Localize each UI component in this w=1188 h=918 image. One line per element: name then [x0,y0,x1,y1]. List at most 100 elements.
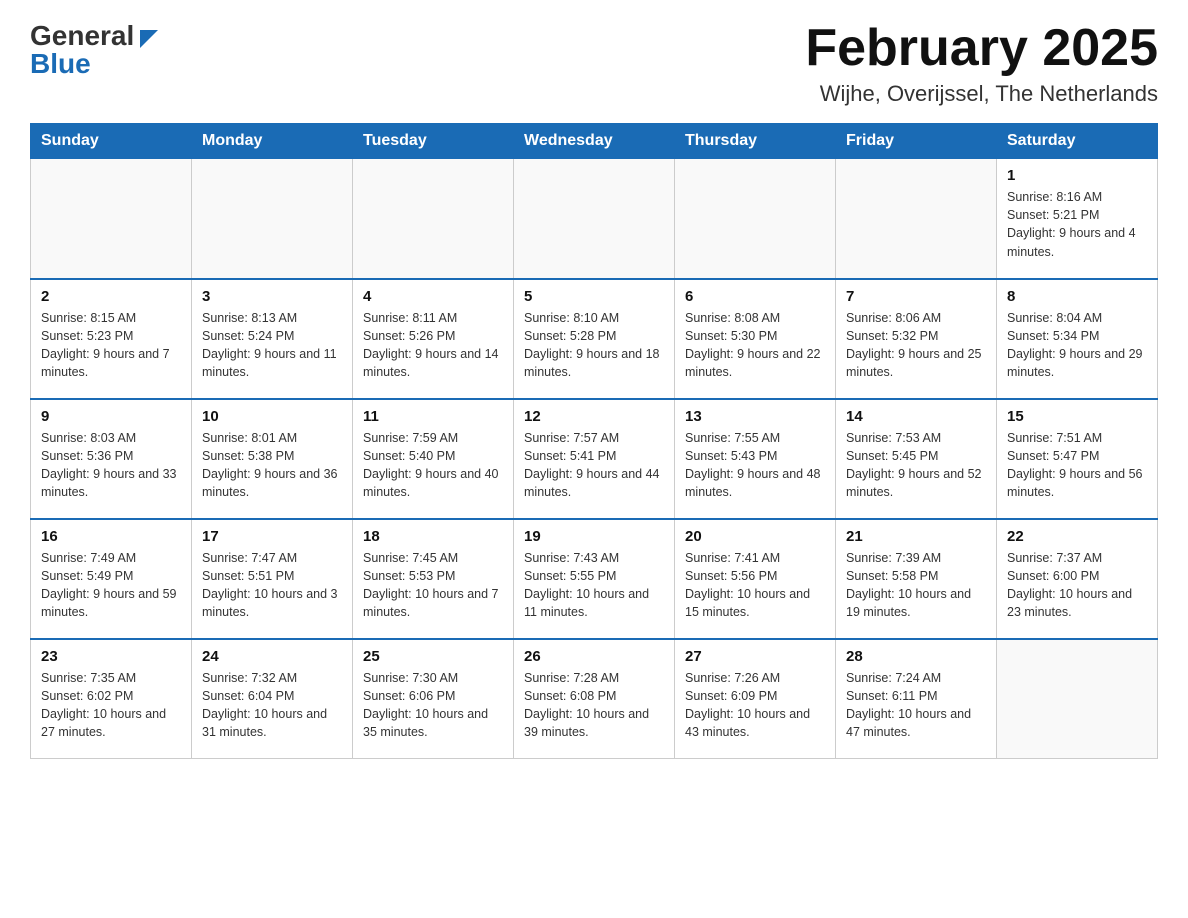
day-info: Sunrise: 7:24 AMSunset: 6:11 PMDaylight:… [846,669,986,742]
calendar-cell: 20 Sunrise: 7:41 AMSunset: 5:56 PMDayligh… [675,519,836,639]
calendar-cell: 16Sunrise: 7:49 AMSunset: 5:49 PMDayligh… [31,519,192,639]
day-number: 13 [685,408,825,425]
day-number: 14 [846,408,986,425]
calendar-cell: 25 Sunrise: 7:30 AMSunset: 6:06 PMDayligh… [353,639,514,759]
day-number: 10 [202,408,342,425]
calendar-cell: 14 Sunrise: 7:53 AMSunset: 5:45 PMDayligh… [836,399,997,519]
day-number: 9 [41,408,181,425]
calendar-cell [31,159,192,279]
day-number: 15 [1007,408,1147,425]
day-info: Sunrise: 7:59 AMSunset: 5:40 PMDaylight:… [363,429,503,502]
day-info: Sunrise: 8:11 AMSunset: 5:26 PMDaylight:… [363,309,503,382]
calendar-cell: 21Sunrise: 7:39 AMSunset: 5:58 PMDayligh… [836,519,997,639]
calendar-cell: 13 Sunrise: 7:55 AMSunset: 5:43 PMDayligh… [675,399,836,519]
calendar-week-row: 16Sunrise: 7:49 AMSunset: 5:49 PMDayligh… [31,519,1158,639]
header-saturday: Saturday [997,124,1158,159]
day-number: 2 [41,288,181,305]
calendar-table: Sunday Monday Tuesday Wednesday Thursday… [30,123,1158,759]
day-info: Sunrise: 7:53 AMSunset: 5:45 PMDaylight:… [846,429,986,502]
day-info: Sunrise: 7:30 AMSunset: 6:06 PMDaylight:… [363,669,503,742]
header-wednesday: Wednesday [514,124,675,159]
calendar-cell: 18 Sunrise: 7:45 AMSunset: 5:53 PMDayligh… [353,519,514,639]
calendar-title-block: February 2025 Wijhe, Overijssel, The Net… [805,20,1158,107]
day-number: 21 [846,528,986,545]
calendar-cell: 19Sunrise: 7:43 AMSunset: 5:55 PMDayligh… [514,519,675,639]
day-info: Sunrise: 8:08 AMSunset: 5:30 PMDaylight:… [685,309,825,382]
day-number: 7 [846,288,986,305]
calendar-cell: 15 Sunrise: 7:51 AMSunset: 5:47 PMDayligh… [997,399,1158,519]
calendar-cell: 26 Sunrise: 7:28 AMSunset: 6:08 PMDayligh… [514,639,675,759]
day-number: 22 [1007,528,1147,545]
day-number: 25 [363,648,503,665]
day-number: 12 [524,408,664,425]
calendar-cell: 24 Sunrise: 7:32 AMSunset: 6:04 PMDayligh… [192,639,353,759]
calendar-cell: 22Sunrise: 7:37 AMSunset: 6:00 PMDayligh… [997,519,1158,639]
header-monday: Monday [192,124,353,159]
day-number: 4 [363,288,503,305]
day-number: 5 [524,288,664,305]
calendar-subtitle: Wijhe, Overijssel, The Netherlands [805,81,1158,107]
calendar-cell: 2 Sunrise: 8:15 AMSunset: 5:23 PMDaylight… [31,279,192,399]
day-info: Sunrise: 7:41 AMSunset: 5:56 PMDaylight:… [685,549,825,622]
day-number: 3 [202,288,342,305]
day-number: 11 [363,408,503,425]
day-info: Sunrise: 7:32 AMSunset: 6:04 PMDaylight:… [202,669,342,742]
day-info: Sunrise: 7:45 AMSunset: 5:53 PMDaylight:… [363,549,503,622]
calendar-cell: 11 Sunrise: 7:59 AMSunset: 5:40 PMDayligh… [353,399,514,519]
calendar-cell [675,159,836,279]
day-info: Sunrise: 7:47 AMSunset: 5:51 PMDaylight:… [202,549,342,622]
calendar-cell [353,159,514,279]
calendar-cell: 10 Sunrise: 8:01 AMSunset: 5:38 PMDayligh… [192,399,353,519]
day-number: 20 [685,528,825,545]
calendar-cell: 1 Sunrise: 8:16 AMSunset: 5:21 PMDaylight… [997,159,1158,279]
day-info: Sunrise: 7:43 AMSunset: 5:55 PMDaylight:… [524,549,664,622]
day-number: 6 [685,288,825,305]
calendar-cell: 28 Sunrise: 7:24 AMSunset: 6:11 PMDayligh… [836,639,997,759]
header-thursday: Thursday [675,124,836,159]
calendar-cell: 23 Sunrise: 7:35 AMSunset: 6:02 PMDayligh… [31,639,192,759]
day-number: 28 [846,648,986,665]
day-info: Sunrise: 8:13 AMSunset: 5:24 PMDaylight:… [202,309,342,382]
calendar-cell: 7 Sunrise: 8:06 AMSunset: 5:32 PMDaylight… [836,279,997,399]
logo-triangle-icon [136,26,158,48]
day-info: Sunrise: 7:57 AMSunset: 5:41 PMDaylight:… [524,429,664,502]
calendar-cell [997,639,1158,759]
calendar-cell: 9Sunrise: 8:03 AMSunset: 5:36 PMDaylight… [31,399,192,519]
day-info: Sunrise: 7:55 AMSunset: 5:43 PMDaylight:… [685,429,825,502]
calendar-cell [192,159,353,279]
calendar-cell: 5Sunrise: 8:10 AMSunset: 5:28 PMDaylight… [514,279,675,399]
day-number: 27 [685,648,825,665]
day-info: Sunrise: 8:15 AMSunset: 5:23 PMDaylight:… [41,309,181,382]
day-number: 23 [41,648,181,665]
day-number: 17 [202,528,342,545]
calendar-cell: 8 Sunrise: 8:04 AMSunset: 5:34 PMDaylight… [997,279,1158,399]
day-number: 1 [1007,167,1147,184]
calendar-title: February 2025 [805,20,1158,77]
day-number: 24 [202,648,342,665]
calendar-cell: 12 Sunrise: 7:57 AMSunset: 5:41 PMDayligh… [514,399,675,519]
day-info: Sunrise: 7:49 AMSunset: 5:49 PMDaylight:… [41,549,181,622]
day-info: Sunrise: 7:51 AMSunset: 5:47 PMDaylight:… [1007,429,1147,502]
calendar-header-row: Sunday Monday Tuesday Wednesday Thursday… [31,124,1158,159]
day-info: Sunrise: 8:04 AMSunset: 5:34 PMDaylight:… [1007,309,1147,382]
calendar-cell: 17 Sunrise: 7:47 AMSunset: 5:51 PMDayligh… [192,519,353,639]
page-header: General Blue February 2025 Wijhe, Overij… [30,20,1158,107]
day-info: Sunrise: 7:26 AMSunset: 6:09 PMDaylight:… [685,669,825,742]
header-tuesday: Tuesday [353,124,514,159]
logo: General Blue [30,20,158,80]
header-sunday: Sunday [31,124,192,159]
day-info: Sunrise: 8:16 AMSunset: 5:21 PMDaylight:… [1007,188,1147,261]
calendar-week-row: 23 Sunrise: 7:35 AMSunset: 6:02 PMDayligh… [31,639,1158,759]
day-info: Sunrise: 7:35 AMSunset: 6:02 PMDaylight:… [41,669,181,742]
day-number: 18 [363,528,503,545]
calendar-cell: 6 Sunrise: 8:08 AMSunset: 5:30 PMDaylight… [675,279,836,399]
day-info: Sunrise: 8:01 AMSunset: 5:38 PMDaylight:… [202,429,342,502]
day-number: 26 [524,648,664,665]
day-number: 8 [1007,288,1147,305]
calendar-week-row: 1 Sunrise: 8:16 AMSunset: 5:21 PMDaylight… [31,159,1158,279]
logo-blue-text: Blue [30,48,91,80]
calendar-cell [514,159,675,279]
day-info: Sunrise: 7:28 AMSunset: 6:08 PMDaylight:… [524,669,664,742]
day-info: Sunrise: 8:06 AMSunset: 5:32 PMDaylight:… [846,309,986,382]
calendar-cell [836,159,997,279]
